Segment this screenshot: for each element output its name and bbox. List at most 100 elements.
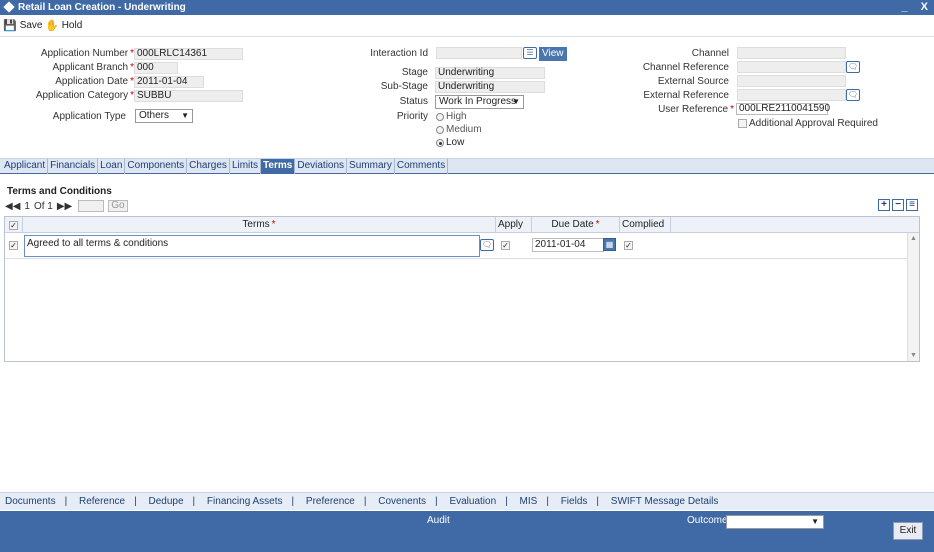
table-row: ✓ Agreed to all terms & conditions 🗨 ✓ 2… — [5, 233, 907, 259]
application-type-label: Application Type — [52, 111, 126, 122]
bottom-bar: Audit Outcome ▼ Exit — [0, 511, 934, 552]
apply-column-header: Apply — [496, 217, 532, 233]
application-type-select[interactable]: Others ▼ — [135, 109, 193, 123]
select-all-checkbox[interactable]: ✓ — [9, 221, 18, 230]
chevron-down-icon: ▼ — [512, 97, 520, 106]
link-documents[interactable]: Documents — [5, 496, 56, 507]
window-titlebar: Retail Loan Creation - Underwriting _ X — [0, 0, 934, 15]
user-reference-label: User Reference * — [658, 104, 734, 115]
tab-components[interactable]: Components — [125, 159, 188, 174]
tab-applicant[interactable]: Applicant — [2, 159, 49, 174]
scroll-up-icon[interactable]: ▲ — [908, 235, 919, 242]
stage-field[interactable]: Underwriting — [435, 67, 545, 79]
link-swift-message-details[interactable]: SWIFT Message Details — [611, 496, 719, 507]
user-reference-field[interactable]: 000LRE2110041590 — [736, 103, 830, 115]
lookup-icon[interactable]: ☰ — [523, 47, 537, 59]
speech-bubble-icon[interactable]: 🗨 — [480, 239, 494, 251]
additional-approval-label: Additional Approval Required — [749, 118, 878, 129]
go-button[interactable]: Go — [108, 200, 128, 212]
page-input[interactable] — [78, 200, 105, 212]
calendar-icon[interactable]: ▦ — [603, 238, 616, 251]
next-page-icon[interactable]: ▶▶ — [57, 201, 72, 212]
applicant-branch-label: Applicant Branch * — [52, 62, 134, 73]
priority-medium-radio[interactable]: Medium — [436, 124, 482, 135]
list-view-icon[interactable]: ≡ — [906, 199, 918, 211]
channel-reference-field[interactable] — [737, 61, 846, 73]
applicant-branch-field[interactable]: 000 — [134, 62, 178, 74]
additional-approval-checkbox[interactable] — [738, 119, 747, 128]
external-source-field[interactable] — [737, 75, 846, 87]
priority-high-radio[interactable]: High — [436, 111, 467, 122]
external-source-label: External Source — [657, 76, 729, 87]
tab-bar: Applicant Financials Loan Components Cha… — [0, 158, 934, 174]
application-number-field[interactable]: 000LRLC14361 — [134, 48, 243, 60]
row-select-checkbox[interactable]: ✓ — [9, 241, 18, 250]
application-category-label: Application Category * — [35, 90, 134, 101]
tab-summary[interactable]: Summary — [347, 159, 395, 174]
link-dedupe[interactable]: Dedupe — [149, 496, 184, 507]
save-button[interactable]: 💾 Save — [3, 19, 43, 32]
exit-button[interactable]: Exit — [893, 522, 923, 540]
close-icon[interactable]: X — [921, 1, 928, 13]
tab-limits[interactable]: Limits — [230, 159, 262, 174]
toolbar: 💾 Save ✋ Hold — [0, 15, 934, 37]
link-covenents[interactable]: Covenents — [378, 496, 426, 507]
tab-loan[interactable]: Loan — [98, 159, 126, 174]
application-number-label: Application Number * — [40, 48, 134, 59]
status-select[interactable]: Work In Progress ▼ — [435, 95, 524, 109]
outcome-select[interactable]: ▼ — [726, 515, 824, 529]
app-diamond-icon — [3, 1, 15, 13]
interaction-id-label: Interaction Id — [370, 48, 428, 59]
external-reference-field[interactable] — [737, 89, 846, 101]
channel-field[interactable] — [737, 47, 846, 59]
add-row-icon[interactable]: + — [878, 199, 890, 211]
channel-label: Channel — [691, 48, 729, 59]
tab-deviations[interactable]: Deviations — [295, 159, 348, 174]
outcome-label: Outcome — [687, 515, 728, 526]
scroll-down-icon[interactable]: ▼ — [908, 352, 919, 359]
application-date-field[interactable]: 2011-01-04 — [134, 76, 204, 88]
page-count: Of 1 — [33, 200, 53, 212]
tab-charges[interactable]: Charges — [187, 159, 230, 174]
due-date-column-header: Due Date * — [532, 217, 620, 233]
link-fields[interactable]: Fields — [561, 496, 588, 507]
minimize-icon[interactable]: _ — [901, 1, 907, 13]
hold-button[interactable]: ✋ Hold — [45, 19, 82, 32]
hold-icon: ✋ — [45, 20, 59, 32]
link-mis[interactable]: MIS — [520, 496, 538, 507]
tab-financials[interactable]: Financials — [48, 159, 99, 174]
interaction-id-field[interactable] — [436, 47, 522, 59]
complied-column-header: Complied — [620, 217, 671, 233]
footer-links: Documents | Reference | Dedupe | Financing … — [0, 492, 934, 510]
vertical-scrollbar[interactable]: ▲ ▼ — [907, 233, 919, 361]
view-button[interactable]: View — [539, 47, 567, 61]
tab-terms[interactable]: Terms — [261, 159, 296, 174]
sub-stage-field[interactable]: Underwriting — [435, 81, 545, 93]
first-page-icon[interactable]: ◀◀ — [5, 201, 20, 212]
external-reference-label: External Reference — [643, 90, 729, 101]
link-financing-assets[interactable]: Financing Assets — [207, 496, 283, 507]
due-date-input[interactable]: 2011-01-04 — [532, 238, 604, 252]
channel-reference-label: Channel Reference — [642, 62, 729, 73]
tab-comments[interactable]: Comments — [395, 159, 449, 174]
link-evaluation[interactable]: Evaluation — [449, 496, 496, 507]
priority-low-radio[interactable]: Low — [436, 137, 464, 148]
priority-label: Priority — [396, 111, 428, 122]
speech-bubble-icon[interactable]: 🗨 — [846, 61, 860, 73]
status-label: Status — [399, 96, 428, 107]
application-date-label: Application Date * — [55, 76, 134, 87]
link-preference[interactable]: Preference — [306, 496, 355, 507]
stage-label: Stage — [401, 67, 428, 78]
delete-row-icon[interactable]: − — [892, 199, 904, 211]
sub-stage-label: Sub-Stage — [380, 81, 428, 92]
complied-checkbox[interactable]: ✓ — [624, 241, 633, 250]
terms-input[interactable]: Agreed to all terms & conditions — [24, 235, 480, 257]
application-category-field[interactable]: SUBBU — [134, 90, 243, 102]
link-reference[interactable]: Reference — [79, 496, 125, 507]
chevron-down-icon: ▼ — [181, 111, 189, 120]
speech-bubble-icon[interactable]: 🗨 — [846, 89, 860, 101]
page-number: 1 — [24, 200, 30, 212]
terms-column-header: Terms * — [23, 217, 496, 233]
apply-checkbox[interactable]: ✓ — [501, 241, 510, 250]
audit-link[interactable]: Audit — [427, 515, 450, 526]
